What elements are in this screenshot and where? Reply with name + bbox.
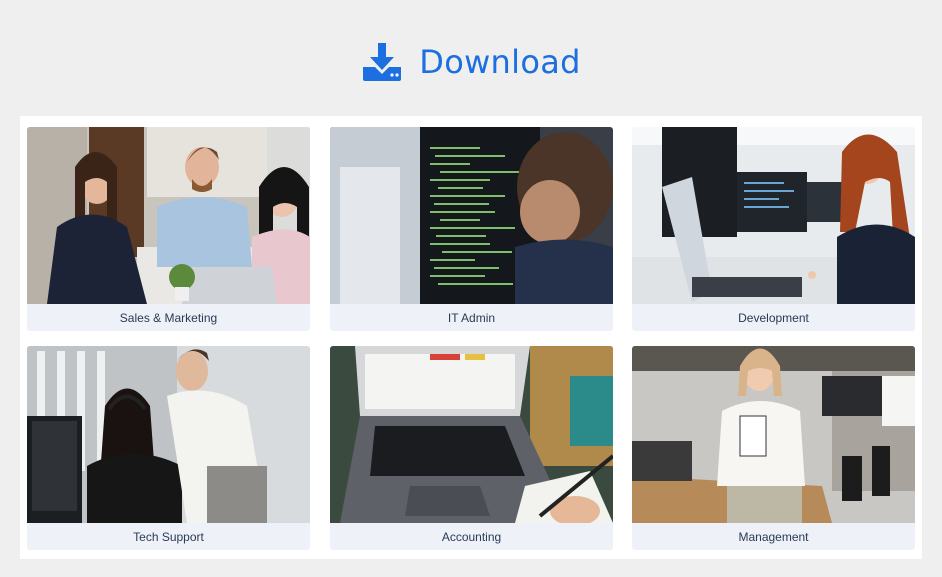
- sales-marketing-photo: [27, 127, 310, 304]
- card-label: Tech Support: [133, 529, 204, 544]
- card-accounting[interactable]: Accounting: [330, 346, 613, 550]
- card-development[interactable]: Development: [632, 127, 915, 331]
- page-title: Download: [419, 43, 581, 81]
- card-management[interactable]: Management: [632, 346, 915, 550]
- card-sales-marketing[interactable]: Sales & Marketing: [27, 127, 310, 331]
- card-label: IT Admin: [447, 310, 496, 325]
- card-tech-support[interactable]: Tech Support: [27, 346, 310, 550]
- development-photo: [632, 127, 915, 304]
- department-grid: Sales & Marketing IT Admin Development T…: [20, 116, 922, 559]
- download-icon: [363, 43, 402, 81]
- tech-support-photo: [27, 346, 310, 523]
- accounting-photo: [330, 346, 613, 523]
- card-it-admin[interactable]: IT Admin: [330, 127, 613, 331]
- card-label: Development: [738, 310, 809, 325]
- card-label: Management: [738, 529, 809, 544]
- download-header[interactable]: Download: [0, 34, 942, 90]
- management-photo: [632, 346, 915, 523]
- card-label: Accounting: [441, 529, 502, 544]
- card-label: Sales & Marketing: [119, 310, 218, 325]
- it-admin-photo: [330, 127, 613, 304]
